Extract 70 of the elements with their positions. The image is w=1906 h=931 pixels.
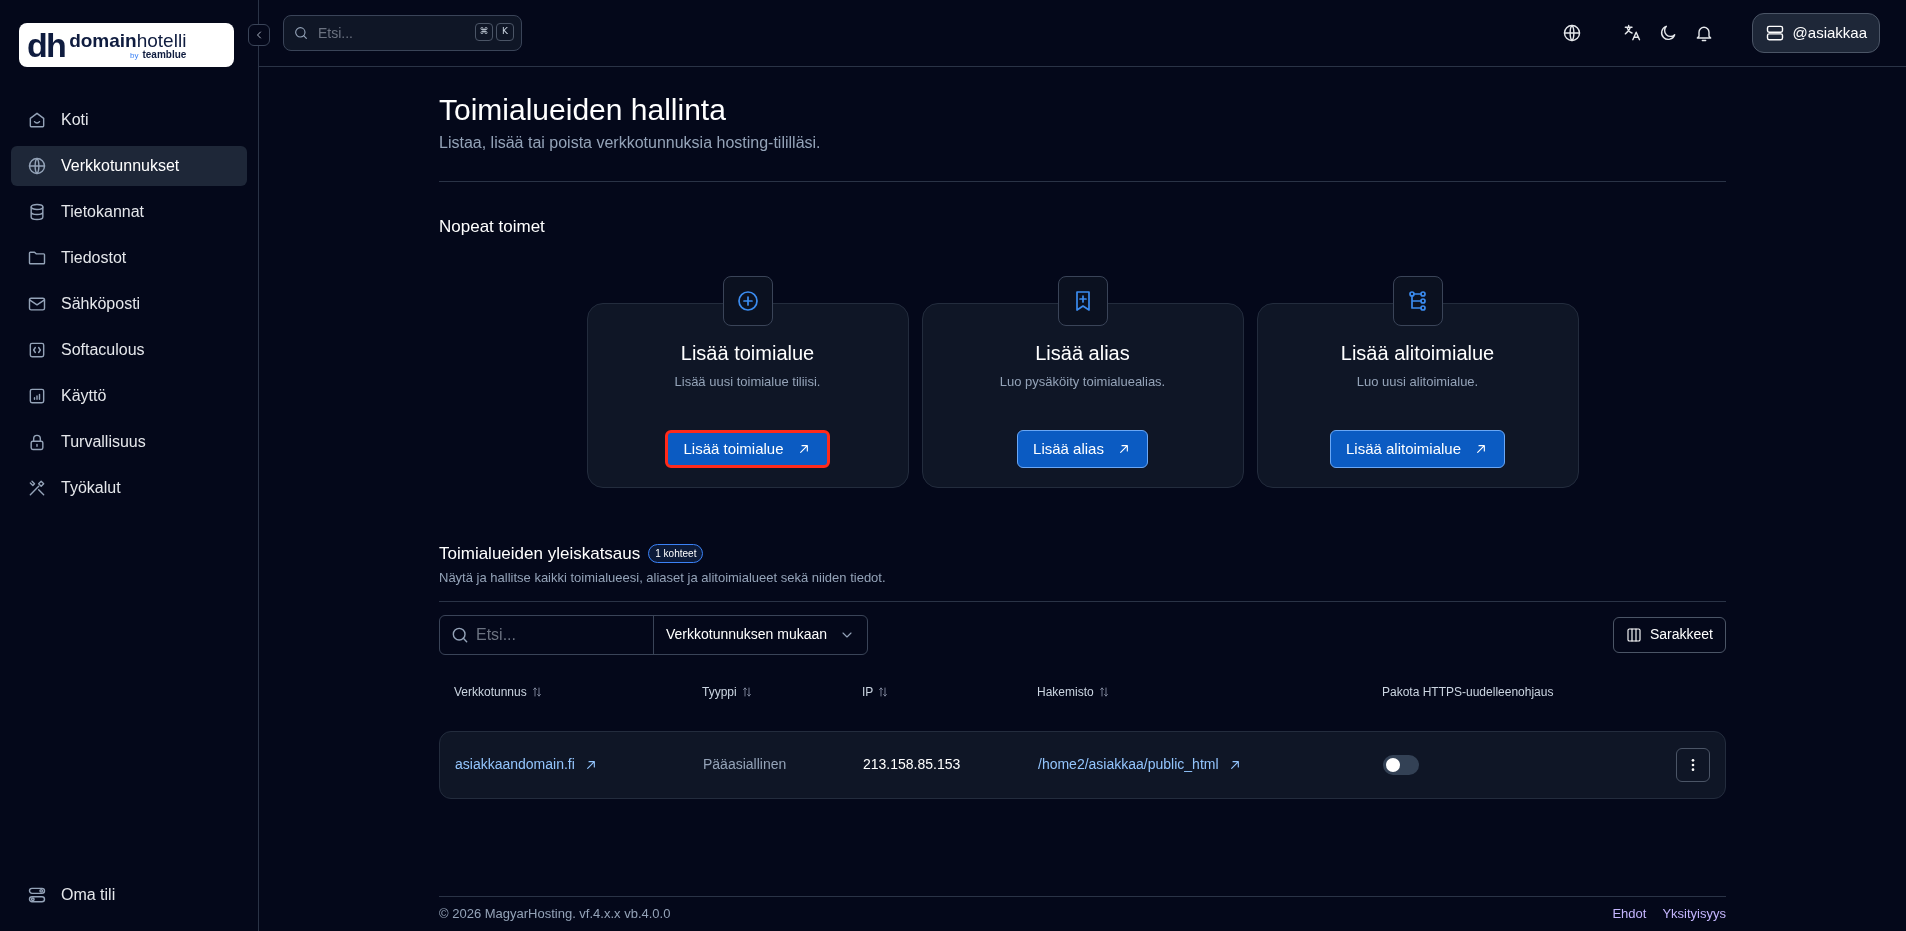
server-icon bbox=[1764, 23, 1785, 43]
card-description: Luo pysäköity toimialuealias. bbox=[999, 372, 1166, 391]
collapse-sidebar-button[interactable] bbox=[248, 24, 270, 46]
section-heading: Toimialueiden yleiskatsaus bbox=[439, 542, 641, 565]
sidebar-item[interactable]: Verkkotunnukset bbox=[11, 146, 247, 186]
sort-icon bbox=[1097, 685, 1110, 698]
sort-icon bbox=[877, 685, 890, 698]
section-description: Näytä ja hallitse kaikki toimialueesi, aliaset ja alitoimialueet sekä niiden tiedot. bbox=[439, 569, 887, 587]
lock-icon bbox=[27, 432, 47, 452]
column-header[interactable]: IP bbox=[862, 682, 874, 701]
logo-mark: dh bbox=[27, 28, 66, 62]
section-heading: Nopeat toimet bbox=[439, 216, 546, 238]
domain-link[interactable]: asiakkaandomain.fi bbox=[455, 754, 575, 775]
sidebar-item[interactable]: Softaculous bbox=[11, 330, 247, 370]
sidebar-item[interactable]: Käyttö bbox=[11, 376, 247, 416]
sidebar-item[interactable]: Sähköposti bbox=[11, 284, 247, 324]
column-header[interactable]: Tyyppi bbox=[702, 682, 737, 701]
column-header: Pakota HTTPS-uudelleenohjaus bbox=[1382, 683, 1554, 701]
card-title: Lisää toimialue bbox=[680, 340, 815, 366]
card-title: Lisää alias bbox=[1035, 340, 1130, 366]
mail-icon bbox=[27, 294, 47, 314]
count-badge: 1 kohteet bbox=[648, 543, 704, 563]
column-header[interactable]: Hakemisto bbox=[1037, 682, 1094, 701]
sidebar-item[interactable]: Turvallisuus bbox=[11, 422, 247, 462]
globe-icon bbox=[27, 156, 47, 176]
logo-brand: teamblue bbox=[142, 49, 187, 60]
table-cell: 213.158.85.153 bbox=[863, 756, 961, 772]
page-subtitle: Listaa, lisää tai poista verkkotunnuksia hosting-tililläsi. bbox=[439, 133, 822, 153]
tools-icon bbox=[27, 478, 47, 498]
sort-icon bbox=[530, 685, 543, 698]
bar-chart-icon bbox=[27, 386, 47, 406]
more-options-button[interactable] bbox=[1676, 747, 1710, 782]
action-button[interactable]: Lisää alitoimialue bbox=[1329, 430, 1506, 468]
folder-icon bbox=[27, 248, 47, 268]
action-button[interactable]: Lisää alias bbox=[1017, 430, 1148, 468]
columns-button[interactable]: Sarakkeet bbox=[1612, 616, 1726, 653]
footer-link[interactable]: Yksityisyys bbox=[1662, 904, 1726, 924]
card-title: Lisää alitoimialue bbox=[1340, 340, 1495, 366]
page-title: Toimialueiden hallinta bbox=[439, 92, 727, 128]
search-icon bbox=[293, 25, 309, 41]
shortcut-key: K bbox=[496, 23, 514, 41]
user-menu-button[interactable]: @asiakkaa bbox=[1751, 13, 1880, 53]
plus-circle-icon bbox=[735, 288, 760, 313]
sidebar-item[interactable]: Koti bbox=[11, 100, 247, 140]
code-icon bbox=[27, 340, 47, 360]
table-cell: Pääasiallinen bbox=[703, 756, 787, 772]
sidebar-item[interactable]: Tietokannat bbox=[11, 192, 247, 232]
sidebar-item[interactable]: Tiedostot bbox=[11, 238, 247, 278]
globe-icon[interactable] bbox=[1561, 23, 1582, 43]
logo-by: by bbox=[130, 51, 139, 60]
sidebar-item[interactable]: Oma tili bbox=[11, 875, 247, 915]
toggle-switch[interactable] bbox=[1383, 754, 1419, 775]
home-icon bbox=[27, 110, 47, 130]
shortcut-key: ⌘ bbox=[475, 23, 493, 41]
card-description: Lisää uusi toimialue tiliisi. bbox=[674, 372, 821, 391]
card-description: Luo uusi alitoimialue. bbox=[1356, 372, 1479, 391]
column-header[interactable]: Verkkotunnus bbox=[454, 682, 527, 701]
action-button[interactable]: Lisää toimialue bbox=[665, 430, 830, 468]
logo-wordmark: domainhotelli bbox=[69, 30, 187, 50]
copyright-text: © 2026 MagyarHosting. vf.4.x.x vb.4.0.0 bbox=[439, 905, 671, 924]
table-search-field[interactable]: Etsi... bbox=[440, 615, 653, 654]
columns-icon bbox=[1625, 626, 1642, 643]
toggles-icon bbox=[27, 885, 47, 905]
search-filter-bar[interactable]: Etsi... Verkkotunnuksen mukaan bbox=[439, 614, 869, 655]
database-icon bbox=[27, 202, 47, 222]
filter-dropdown[interactable]: Verkkotunnuksen mukaan bbox=[654, 615, 868, 654]
sort-icon bbox=[740, 685, 753, 698]
sidebar-item[interactable]: Työkalut bbox=[11, 468, 247, 508]
footer-link[interactable]: Ehdot bbox=[1612, 904, 1647, 924]
directory-link[interactable]: /home2/asiakkaa/public_html bbox=[1038, 754, 1219, 775]
